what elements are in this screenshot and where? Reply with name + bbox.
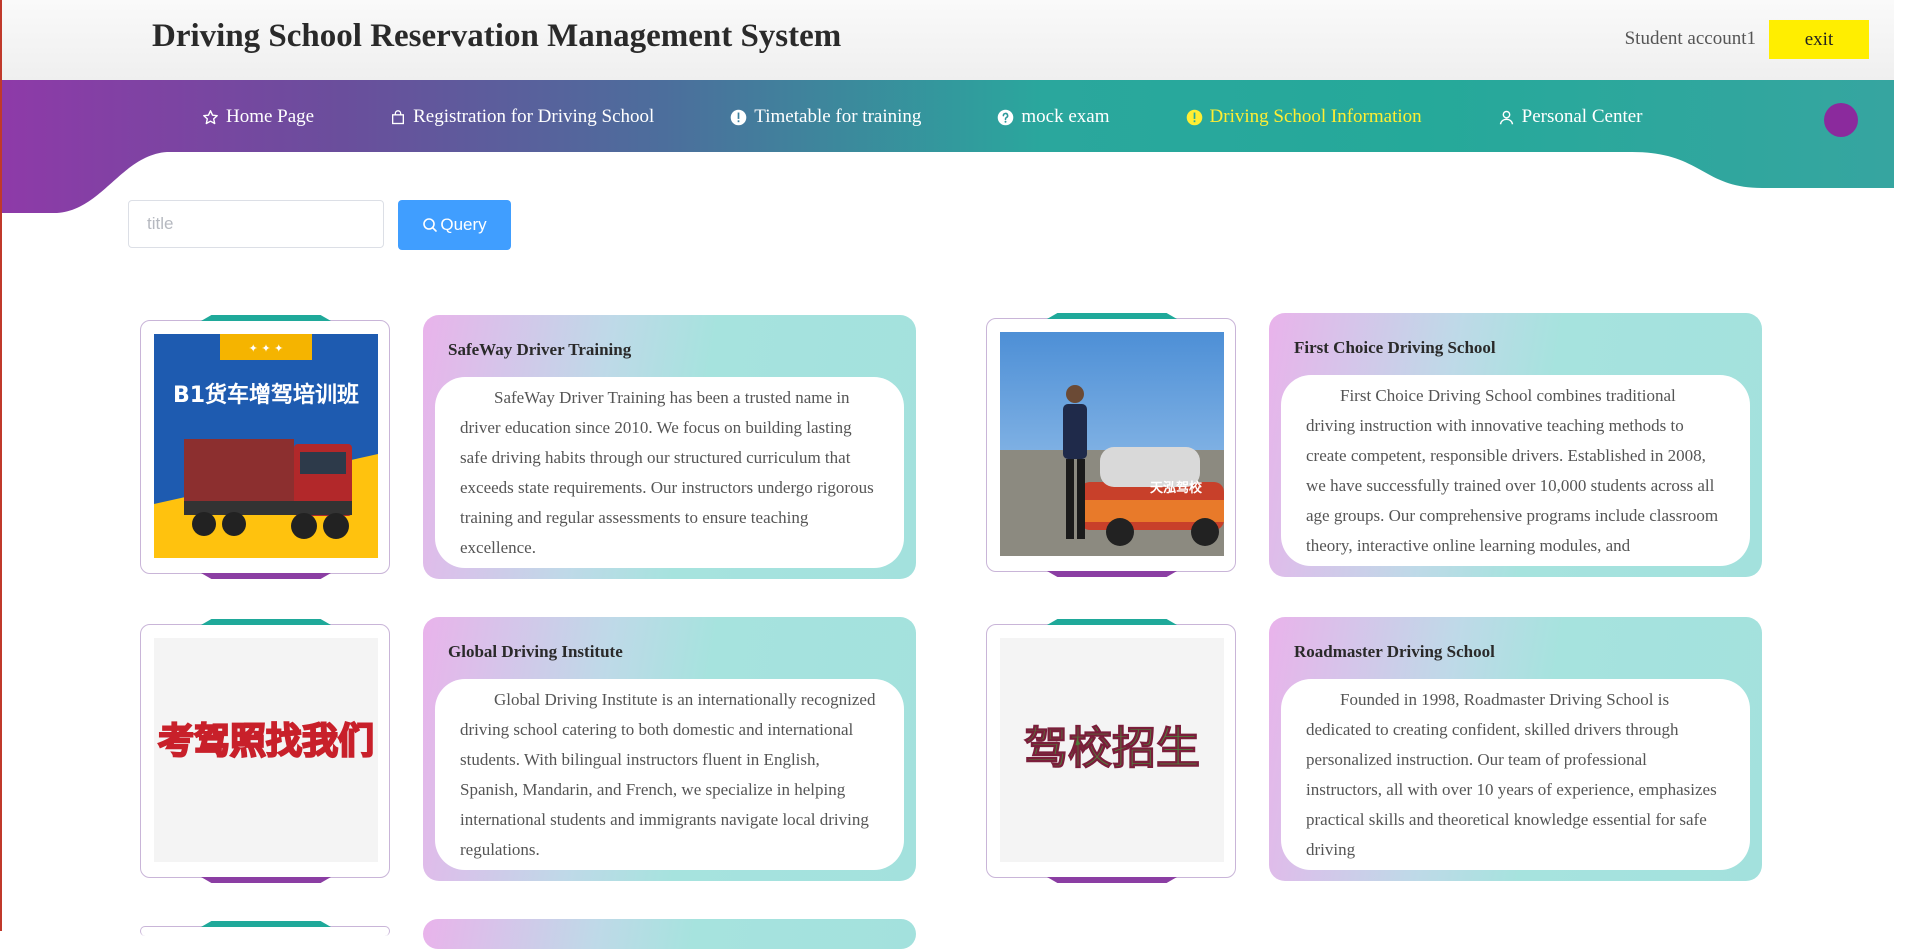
school-image[interactable]: 考驾照找我们 (154, 638, 378, 862)
nav-label-driving-school-info: Driving School Information (1209, 106, 1422, 127)
account-name[interactable]: Student account1 (1625, 28, 1756, 50)
question-icon (997, 109, 1014, 126)
frame-decoration (1047, 877, 1177, 883)
query-button[interactable]: Query (398, 200, 511, 250)
svg-text:驾校招生: 驾校招生 (1024, 723, 1200, 774)
frame-decoration (1047, 313, 1177, 319)
school-image-frame[interactable]: 驾校招生 (986, 619, 1236, 883)
school-card (423, 919, 916, 949)
nav-item-timetable[interactable]: Timetable for training (730, 106, 921, 128)
nav-items: Home Page Registration for Driving Schoo… (202, 106, 1718, 128)
nav-label-mock-exam: mock exam (1021, 106, 1110, 127)
school-name[interactable]: Roadmaster Driving School (1294, 642, 1495, 662)
top-header: Driving School Reservation Management Sy… (2, 0, 1894, 80)
nav-label-home: Home Page (226, 106, 315, 127)
frame-decoration (201, 315, 331, 321)
nav-item-personal-center[interactable]: Personal Center (1498, 106, 1643, 128)
school-image-frame (140, 921, 390, 936)
frame-decoration (201, 573, 331, 579)
user-icon (1498, 109, 1515, 126)
svg-text:B1货车增驾培训班: B1货车增驾培训班 (173, 382, 359, 408)
star-icon (202, 109, 219, 126)
school-image-frame[interactable]: 天泓驾校 (986, 313, 1236, 577)
frame-decoration (1047, 619, 1177, 625)
nav-item-driving-school-info[interactable]: Driving School Information (1186, 106, 1422, 128)
school-description: Global Driving Institute is an internati… (460, 690, 876, 859)
school-name[interactable]: First Choice Driving School (1294, 338, 1496, 358)
search-input[interactable] (128, 200, 384, 248)
avatar[interactable] (1824, 103, 1858, 137)
info-icon (1186, 109, 1203, 126)
school-card[interactable]: SafeWay Driver Training SafeWay Driver T… (423, 315, 916, 579)
app-title: Driving School Reservation Management Sy… (152, 18, 842, 54)
school-description: SafeWay Driver Training has been a trust… (460, 388, 874, 557)
nav-label-timetable: Timetable for training (754, 106, 922, 127)
exit-button[interactable]: exit (1769, 20, 1869, 59)
nav-item-registration[interactable]: Registration for Driving School (390, 106, 654, 128)
school-card[interactable]: Roadmaster Driving School Founded in 199… (1269, 617, 1762, 881)
frame-decoration (201, 877, 331, 883)
svg-text:✦ ✦ ✦: ✦ ✦ ✦ (249, 342, 284, 355)
school-image[interactable]: 驾校招生 (1000, 638, 1224, 862)
school-image-frame[interactable]: 考驾照找我们 (140, 619, 390, 883)
school-name[interactable]: SafeWay Driver Training (448, 340, 631, 360)
school-description: Founded in 1998, Roadmaster Driving Scho… (1306, 690, 1717, 859)
school-description-box: SafeWay Driver Training has been a trust… (435, 377, 904, 568)
nav-label-personal-center: Personal Center (1521, 106, 1643, 127)
query-label: Query (440, 215, 487, 234)
school-description-box: Founded in 1998, Roadmaster Driving Scho… (1281, 679, 1750, 870)
school-image[interactable]: ✦ ✦ ✦ B1货车增驾培训班 (154, 334, 378, 558)
svg-text:考驾照找我们: 考驾照找我们 (158, 721, 374, 762)
svg-text:天泓驾校: 天泓驾校 (1150, 480, 1203, 496)
nav-label-registration: Registration for Driving School (413, 106, 655, 127)
school-name[interactable]: Global Driving Institute (448, 642, 623, 662)
nav-item-home[interactable]: Home Page (202, 106, 314, 128)
school-image-frame[interactable]: ✦ ✦ ✦ B1货车增驾培训班 (140, 315, 390, 579)
frame-decoration (1047, 571, 1177, 577)
bag-icon (390, 109, 406, 126)
school-description-box: Global Driving Institute is an internati… (435, 679, 904, 870)
info-icon (730, 109, 747, 126)
school-card[interactable]: First Choice Driving School First Choice… (1269, 313, 1762, 577)
frame-decoration (201, 619, 331, 625)
school-card[interactable]: Global Driving Institute Global Driving … (423, 617, 916, 881)
school-description: First Choice Driving School combines tra… (1306, 386, 1719, 555)
school-image[interactable]: 天泓驾校 (1000, 332, 1224, 556)
nav-item-mock-exam[interactable]: mock exam (997, 106, 1110, 128)
school-description-box: First Choice Driving School combines tra… (1281, 375, 1750, 566)
search-icon (422, 217, 438, 233)
frame-decoration (201, 921, 331, 927)
